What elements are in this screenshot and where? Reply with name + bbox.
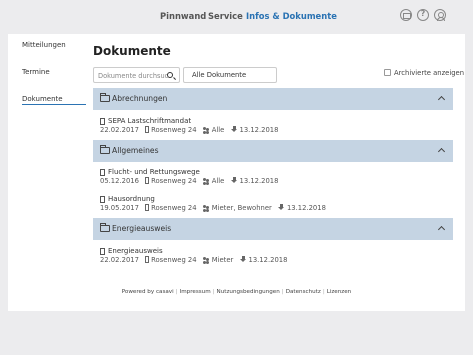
document-audience: Mieter, Bewohner [211, 204, 272, 212]
archive-checkbox[interactable] [384, 69, 391, 76]
section-header-allgemeines[interactable]: Allgemeines [93, 140, 453, 162]
document-published: 13.12.2018 [239, 126, 279, 134]
document-published: 13.12.2018 [248, 256, 288, 264]
file-icon [100, 196, 105, 203]
document-meta: 22.02.2017 Rosenweg 24 Mieter 13.12.2018 [100, 256, 287, 264]
user-icon[interactable] [434, 9, 446, 21]
file-icon [100, 248, 105, 255]
search-box [93, 67, 180, 83]
document-name[interactable]: Energieausweis [108, 247, 163, 255]
file-icon [100, 169, 105, 176]
document-item: Hausordnung 19.05.2017 Rosenweg 24 Miete… [100, 195, 326, 212]
document-building: Rosenweg 24 [151, 204, 197, 212]
search-icon[interactable] [167, 72, 173, 78]
nav-service[interactable]: Service [208, 11, 243, 21]
document-building: Rosenweg 24 [151, 126, 197, 134]
active-indicator [22, 104, 86, 105]
users-icon [202, 127, 210, 133]
document-building: Rosenweg 24 [151, 177, 197, 185]
document-item: SEPA Lastschriftmandat 22.02.2017 Rosenw… [100, 117, 278, 134]
document-meta: 22.02.2017 Rosenweg 24 Alle 13.12.2018 [100, 126, 278, 134]
document-name[interactable]: Flucht- und Rettungswege [108, 168, 200, 176]
page-title: Dokumente [93, 44, 171, 58]
document-link[interactable]: Flucht- und Rettungswege [100, 168, 278, 176]
document-link[interactable]: Hausordnung [100, 195, 326, 203]
document-item: Energieausweis 22.02.2017 Rosenweg 24 Mi… [100, 247, 287, 264]
document-link[interactable]: SEPA Lastschriftmandat [100, 117, 278, 125]
sidebar-item-mitteilungen[interactable]: Mitteilungen [22, 41, 66, 49]
footer-link-impressum[interactable]: Impressum [180, 289, 211, 295]
footer-link-datenschutz[interactable]: Datenschutz [286, 289, 321, 295]
section-header-abrechnungen[interactable]: Abrechnungen [93, 88, 453, 110]
users-icon [202, 205, 210, 211]
download-icon [230, 126, 238, 133]
folder-open-icon [100, 223, 110, 232]
document-item: Flucht- und Rettungswege 05.12.2016 Rose… [100, 168, 278, 185]
top-navigation: Pinnwand Service Infos & Dokumente [0, 0, 473, 34]
building-icon [145, 177, 150, 184]
nav-infos-dokumente[interactable]: Infos & Dokumente [246, 11, 337, 21]
download-icon [230, 177, 238, 184]
document-meta: 05.12.2016 Rosenweg 24 Alle 13.12.2018 [100, 177, 278, 185]
folder-open-icon [100, 93, 110, 102]
download-icon [239, 256, 247, 263]
footer-link-nutzungsbedingungen[interactable]: Nutzungsbedingungen [217, 289, 280, 295]
building-icon [145, 126, 150, 133]
building-icon [145, 204, 150, 211]
footer-link-lizenzen[interactable]: Lizenzen [327, 289, 352, 295]
section-title: Allgemeines [112, 146, 159, 155]
document-published: 13.12.2018 [239, 177, 279, 185]
section-title: Abrechnungen [112, 94, 168, 103]
document-audience: Mieter [211, 256, 234, 264]
sidebar-item-termine[interactable]: Termine [22, 68, 50, 76]
document-date: 22.02.2017 [100, 126, 139, 134]
chevron-up-icon[interactable] [437, 95, 446, 104]
document-published: 13.12.2018 [286, 204, 326, 212]
document-name[interactable]: Hausordnung [108, 195, 155, 203]
chevron-up-icon[interactable] [437, 147, 446, 156]
document-filter-select[interactable]: Alle Dokumente [183, 67, 277, 83]
mail-icon[interactable] [400, 9, 412, 21]
document-audience: Alle [211, 177, 225, 185]
file-icon [100, 118, 105, 125]
section-header-energieausweis[interactable]: Energieausweis [93, 218, 453, 240]
archive-label: Archivierte anzeigen [394, 69, 465, 77]
section-title: Energieausweis [112, 224, 172, 233]
content-panel: Mitteilungen Termine Dokumente Dokumente… [8, 34, 465, 311]
document-building: Rosenweg 24 [151, 256, 197, 264]
footer: Powered by casavi | Impressum | Nutzungsbedi… [121, 289, 352, 295]
document-meta: 19.05.2017 Rosenweg 24 Mieter, Bewohner … [100, 204, 326, 212]
document-date: 19.05.2017 [100, 204, 139, 212]
chevron-up-icon[interactable] [437, 225, 446, 234]
folder-open-icon [100, 145, 110, 154]
archive-toggle[interactable]: Archivierte anzeigen [384, 69, 464, 77]
building-icon [145, 256, 150, 263]
nav-pinnwand[interactable]: Pinnwand [160, 11, 206, 21]
users-icon [202, 178, 210, 184]
search-input[interactable] [98, 70, 168, 81]
document-date: 22.02.2017 [100, 256, 139, 264]
footer-powered-by[interactable]: Powered by casavi [122, 289, 174, 295]
help-icon[interactable] [417, 9, 429, 21]
sidebar-item-dokumente[interactable]: Dokumente [22, 95, 63, 103]
document-date: 05.12.2016 [100, 177, 139, 185]
download-icon [277, 204, 285, 211]
document-audience: Alle [211, 126, 225, 134]
users-icon [202, 257, 210, 263]
document-link[interactable]: Energieausweis [100, 247, 287, 255]
document-name[interactable]: SEPA Lastschriftmandat [108, 117, 191, 125]
